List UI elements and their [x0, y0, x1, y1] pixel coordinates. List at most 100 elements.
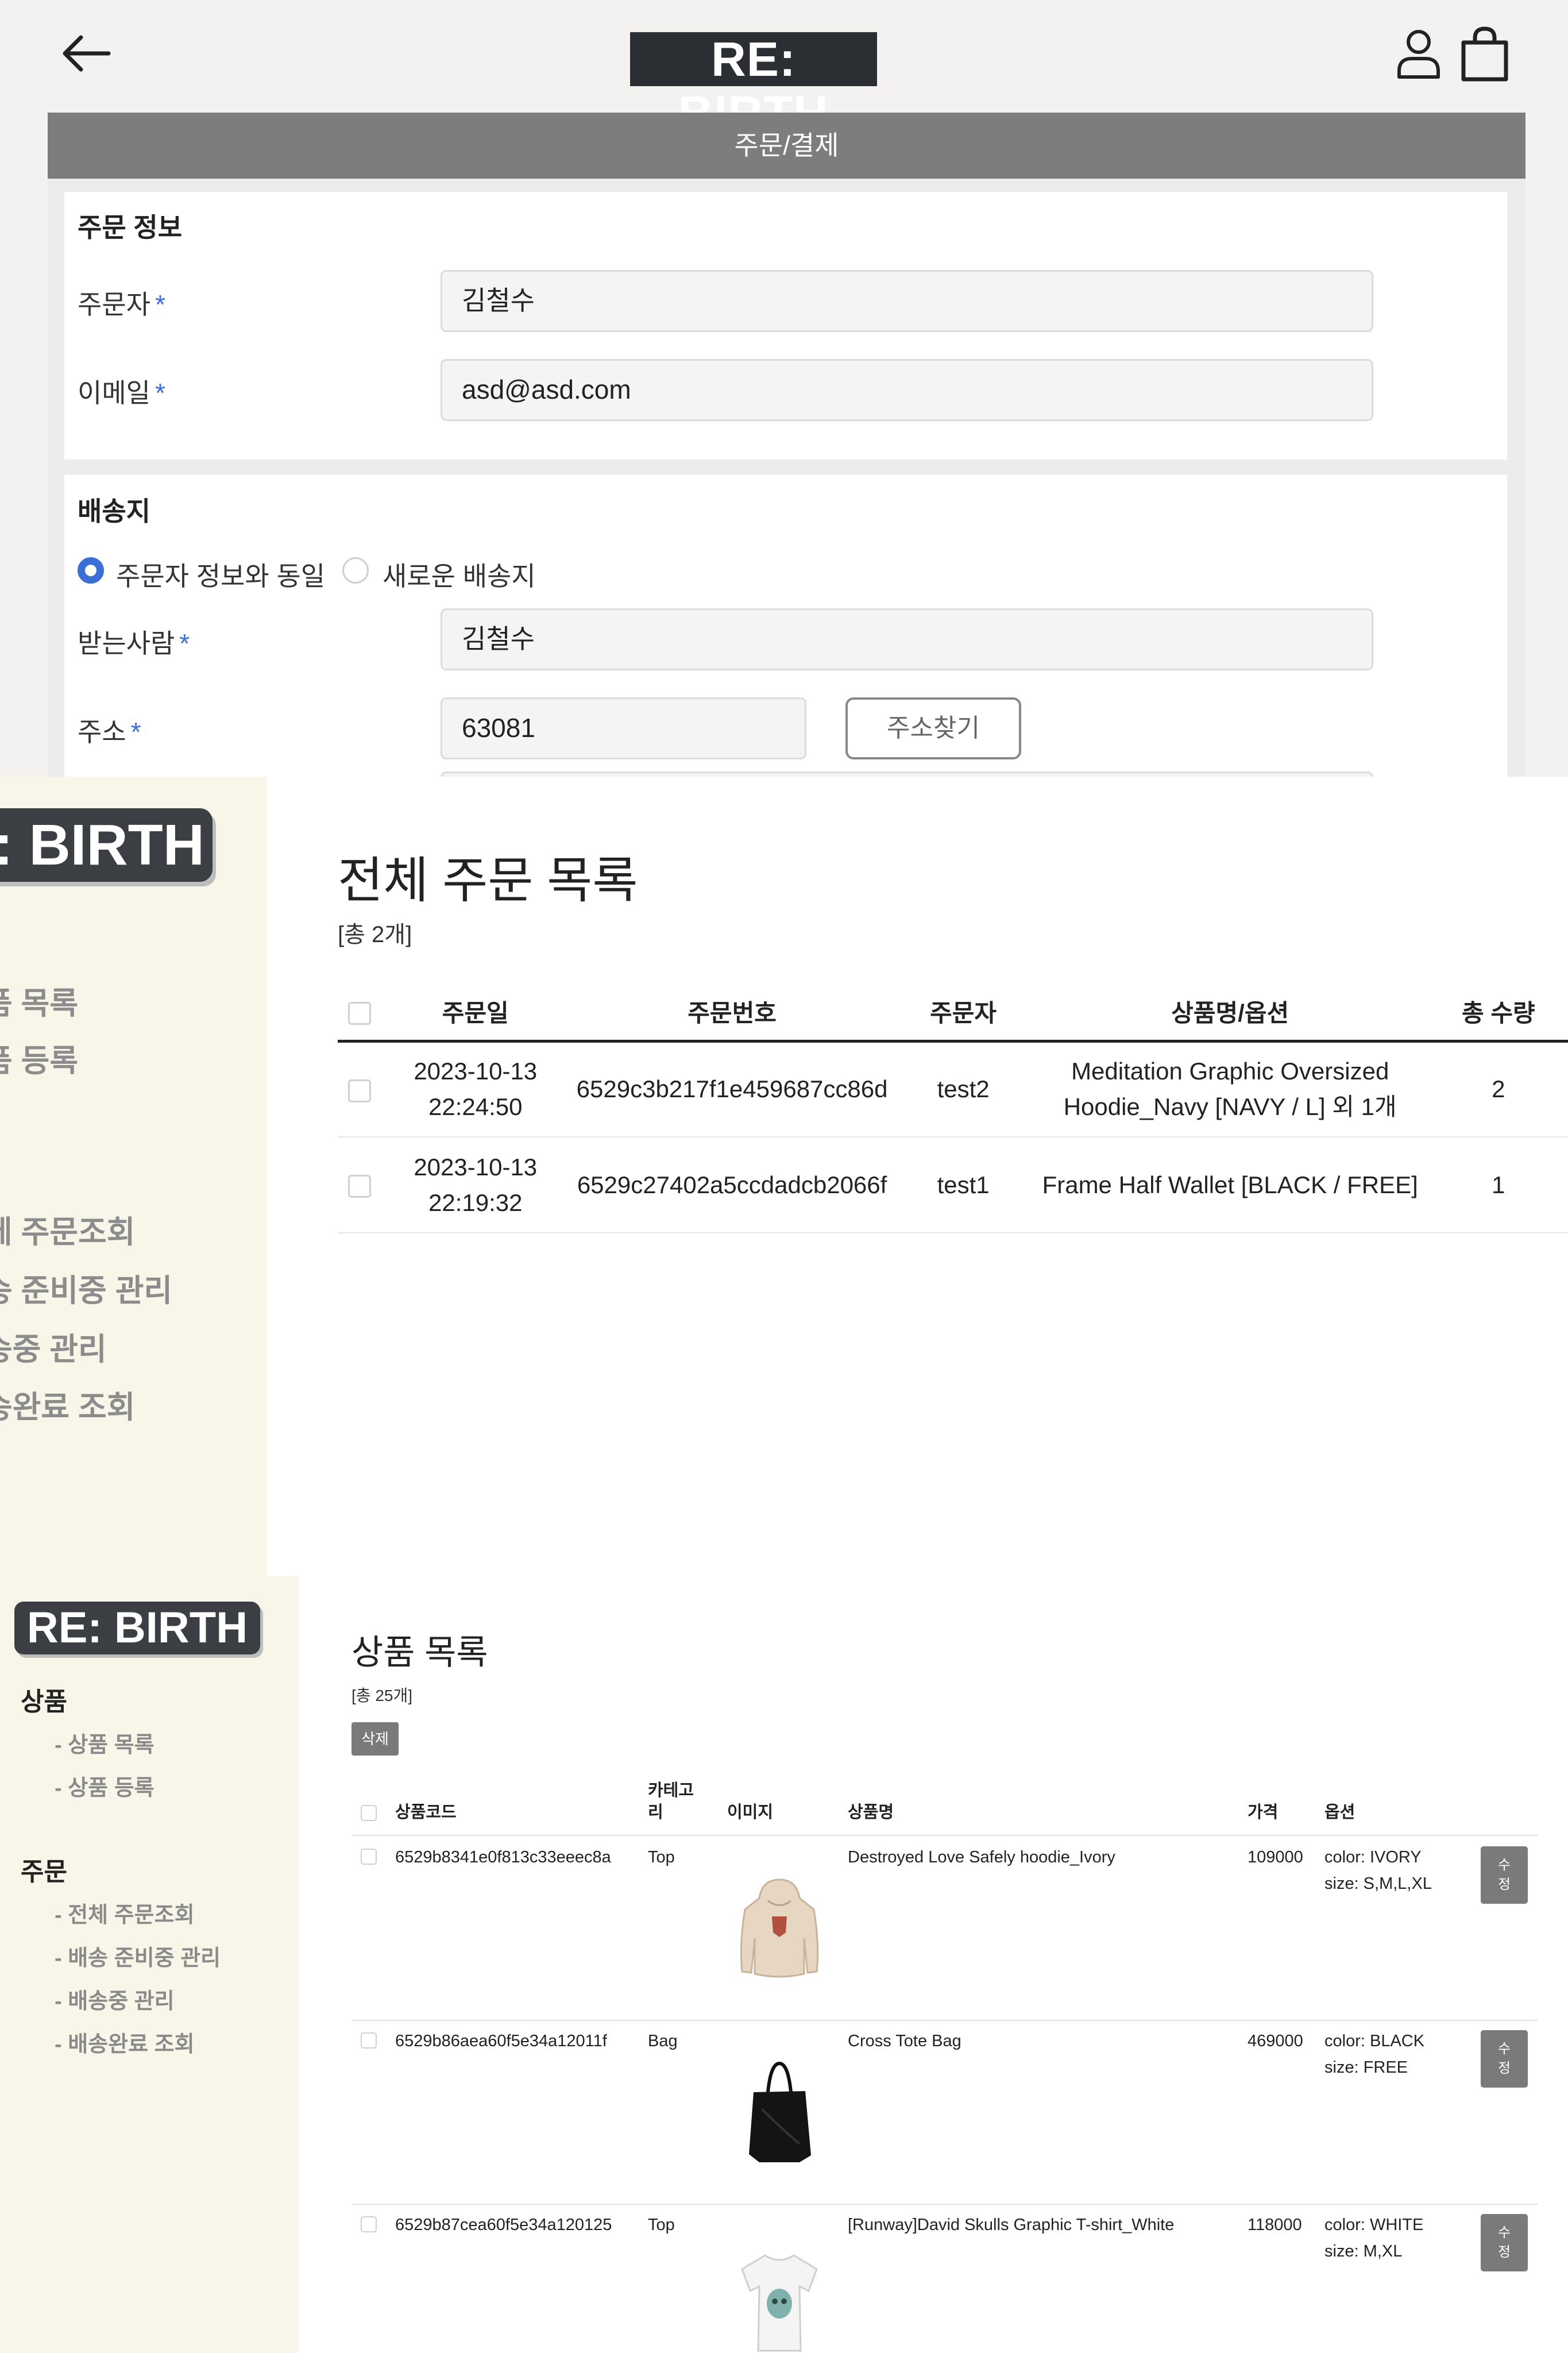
table-row[interactable]: 2023-10-13 22:19:32 6529c27402a5ccdadcb20… [338, 1137, 1568, 1233]
back-arrow-icon[interactable] [60, 33, 112, 74]
edit-button[interactable]: 수정 [1481, 2214, 1528, 2271]
product-color: color: WHITE [1324, 2216, 1424, 2234]
select-all-checkbox[interactable] [348, 1001, 372, 1025]
col-category[interactable]: 카테고 리 [648, 1780, 694, 1823]
hoodie-icon [740, 1878, 819, 1978]
sidebar-item-product-register[interactable]: 품 등록 [0, 1035, 78, 1081]
product-price: 469000 [1248, 2032, 1303, 2050]
brand-logo[interactable]: RE: BIRTH [0, 808, 213, 882]
required-mark: * [155, 378, 165, 408]
product-price: 109000 [1248, 1848, 1303, 1866]
col-options[interactable]: 옵션 [1324, 1802, 1355, 1823]
radio-same-label: 주문자 정보와 동일 [116, 561, 326, 591]
order-table: 주문일 주문번호 주문자 상품명/옵션 총 수량 2023-10-13 22:24… [338, 983, 1568, 1233]
product-size: size: S,M,L,XL [1324, 1874, 1432, 1893]
header-divider [352, 1835, 1538, 1836]
sidebar-item-all-orders[interactable]: 체 주문조회 [0, 1206, 135, 1252]
row-checkbox[interactable] [361, 2032, 377, 2049]
row-checkbox[interactable] [361, 1849, 377, 1865]
email-input[interactable]: asd@asd.com [441, 359, 1373, 421]
sidebar-item-product-list[interactable]: 품 목록 [0, 978, 78, 1023]
required-mark: * [155, 290, 165, 319]
sidebar-item-delivered[interactable]: - 배송완료 조회 [55, 2026, 195, 2058]
recipient-label: 받는사람 * [78, 628, 190, 658]
product-option: Frame Half Wallet [BLACK / FREE] [1031, 1137, 1429, 1233]
product-category: Top [648, 2216, 675, 2234]
email-label: 이메일 * [78, 378, 165, 408]
col-price[interactable]: 가격 [1248, 1802, 1278, 1823]
user-icon[interactable] [1396, 28, 1442, 79]
col-product-code[interactable]: 상품코드 [395, 1802, 457, 1823]
product-name: [Runway]David Skulls Graphic T-shirt_Whi… [848, 2216, 1175, 2234]
col-product[interactable]: 상품명/옵션 [1031, 983, 1429, 1043]
order-admin-screen: RE: BIRTH 품 목록 품 등록 체 주문조회 송 준비중 관리 송중 관… [0, 777, 1568, 1576]
order-number[interactable]: 6529c27402a5ccdadcb2066f [569, 1137, 895, 1233]
product-name: Cross Tote Bag [848, 2032, 961, 2050]
shipping-heading: 배송지 [78, 496, 150, 526]
radio-same-as-orderer[interactable] [78, 557, 104, 584]
product-category: Top [648, 1848, 675, 1866]
product-name: Destroyed Love Safely hoodie_Ivory [848, 1848, 1115, 1866]
row-checkbox[interactable] [348, 1079, 372, 1103]
table-row[interactable]: 2023-10-13 22:24:50 6529c3b217f1e459687cc… [338, 1041, 1568, 1137]
order-info-heading: 주문 정보 [78, 213, 183, 242]
col-order-date[interactable]: 주문일 [381, 983, 569, 1043]
shopping-bag-icon[interactable] [1459, 25, 1511, 83]
required-mark: * [130, 717, 141, 747]
orderer-input[interactable]: 김철수 [441, 270, 1373, 332]
product-size: size: M,XL [1324, 2242, 1403, 2261]
sidebar-item-shipping[interactable]: - 배송중 관리 [55, 1983, 175, 2015]
page-title: 전체 주문 목록 [338, 853, 638, 908]
total-qty: 2 [1428, 1041, 1568, 1137]
order-number[interactable]: 6529c3b217f1e459687cc86d [569, 1041, 895, 1137]
row-checkbox-cell [338, 1041, 382, 1137]
row-checkbox[interactable] [348, 1175, 372, 1198]
sidebar-item-product-register[interactable]: - 상품 등록 [55, 1770, 155, 1802]
col-order-no[interactable]: 주문번호 [569, 983, 895, 1043]
product-category: Bag [648, 2032, 678, 2050]
find-address-button[interactable]: 주소찾기 [845, 697, 1021, 759]
orderer-label: 주문자 * [78, 290, 165, 319]
row-checkbox[interactable] [361, 2216, 377, 2232]
zipcode-input[interactable]: 63081 [441, 697, 806, 759]
brand-logo[interactable]: RE: BIRTH [630, 32, 877, 140]
product-option: Meditation Graphic Oversized Hoodie_Navy … [1031, 1041, 1429, 1137]
col-qty[interactable]: 총 수량 [1428, 983, 1568, 1043]
sidebar-item-shipping[interactable]: 송중 관리 [0, 1324, 107, 1369]
recipient-input[interactable]: 김철수 [441, 608, 1373, 670]
col-orderer[interactable]: 주문자 [895, 983, 1032, 1043]
delete-button[interactable]: 삭제 [352, 1722, 399, 1756]
product-admin-screen: RE: BIRTH 상품 - 상품 목록 - 상품 등록 주문 - 전체 주문조… [0, 1576, 1568, 2353]
col-product-name[interactable]: 상품명 [848, 1802, 894, 1823]
address-detail-input[interactable] [441, 772, 1373, 777]
select-all-checkbox[interactable] [361, 1805, 377, 1821]
product-color: color: BLACK [1324, 2032, 1425, 2050]
order-date: 2023-10-13 22:24:50 [381, 1041, 569, 1137]
radio-new-label: 새로운 배송지 [383, 561, 536, 591]
tote-bag-icon [749, 2061, 811, 2162]
page-title-bar: 주문/결제 [48, 113, 1525, 179]
address-label: 주소 * [78, 717, 141, 747]
checkout-screen: RE: BIRTH 주문/결제 주문 정보 주문자* 김철수 이메일* asd@… [0, 0, 1568, 777]
radio-new-address[interactable] [342, 557, 369, 584]
product-color: color: IVORY [1324, 1848, 1422, 1866]
product-size: size: FREE [1324, 2058, 1408, 2077]
tshirt-icon [741, 2254, 818, 2352]
edit-button[interactable]: 수정 [1481, 2030, 1528, 2088]
sidebar-item-all-orders[interactable]: - 전체 주문조회 [55, 1897, 195, 1928]
sidebar-item-preparing[interactable]: 송 준비중 관리 [0, 1265, 172, 1310]
product-code: 6529b87cea60f5e34a120125 [395, 2216, 612, 2234]
sidebar-item-delivered[interactable]: 송완료 조회 [0, 1382, 135, 1427]
total-qty: 1 [1428, 1137, 1568, 1233]
product-count: [총 25개] [352, 1687, 413, 1704]
sidebar-heading-products: 상품 [21, 1688, 67, 1716]
sidebar-item-preparing[interactable]: - 배송 준비중 관리 [55, 1940, 221, 1972]
row-divider [352, 2020, 1538, 2021]
required-mark: * [179, 628, 190, 658]
col-image[interactable]: 이미지 [727, 1802, 773, 1823]
brand-logo[interactable]: RE: BIRTH [14, 1602, 260, 1654]
sidebar-item-product-list[interactable]: - 상품 목록 [55, 1727, 155, 1758]
edit-button[interactable]: 수정 [1481, 1846, 1528, 1904]
row-divider [352, 2204, 1538, 2205]
orderer-name: test2 [895, 1041, 1032, 1137]
